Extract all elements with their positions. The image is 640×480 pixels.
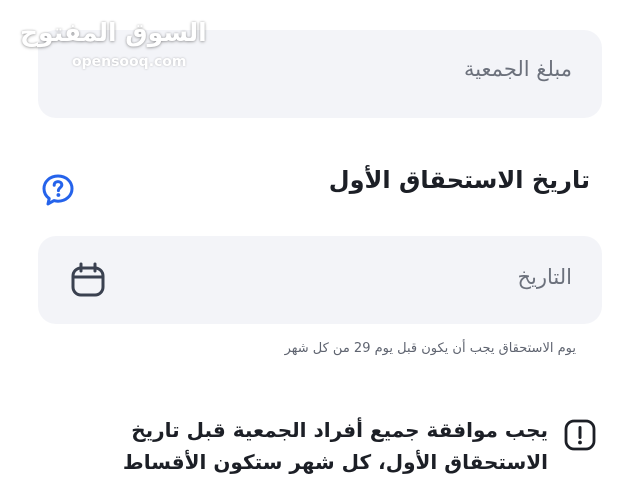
notice-line-1: يجب موافقة جميع أفراد الجمعية قبل تاريخ [131,418,548,442]
help-chat-icon[interactable] [40,172,76,208]
warning-icon [564,419,596,451]
date-field[interactable]: التاريخ [38,236,602,324]
calendar-icon[interactable] [70,262,106,298]
logo-arabic-text: السوق المفتوح [20,18,207,47]
opensooq-logo: السوق المفتوح opensooq.com [20,18,207,76]
date-placeholder: التاريخ [517,265,572,289]
notice-line-2: الاستحقاق الأول، كل شهر ستكون الأقساط [122,450,548,474]
due-date-title: تاريخ الاستحقاق الأول [328,166,590,194]
due-date-hint: يوم الاستحقاق يجب أن يكون قبل يوم 29 من … [284,341,576,356]
logo-latin-text: opensooq.com [72,54,187,70]
amount-placeholder: مبلغ الجمعية [463,57,572,81]
approval-notice: يجب موافقة جميع أفراد الجمعية قبل تاريخ … [88,414,548,478]
